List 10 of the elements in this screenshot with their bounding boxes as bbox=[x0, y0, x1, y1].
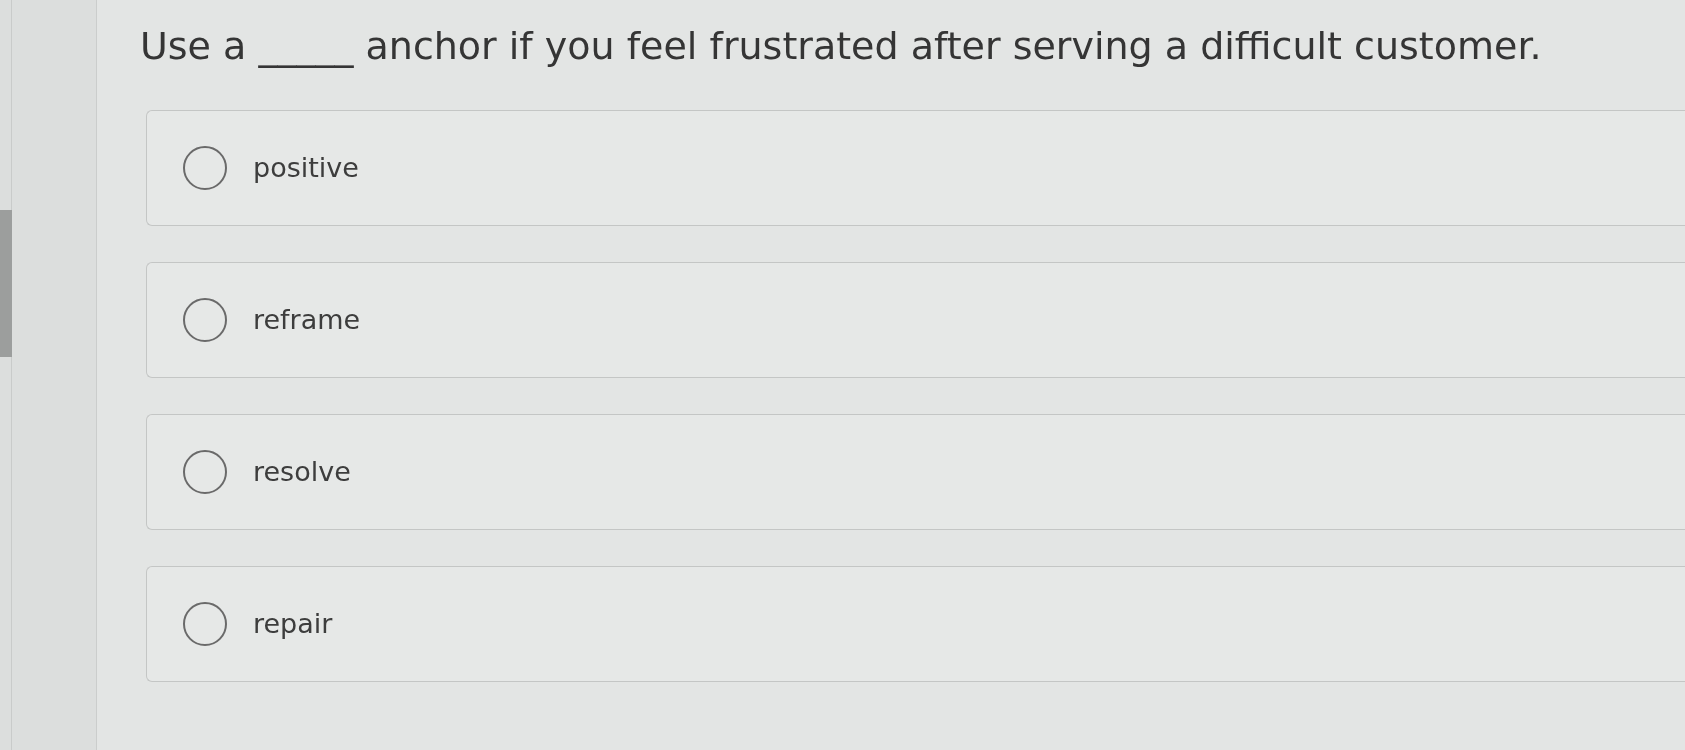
option-label[interactable]: resolve bbox=[253, 455, 351, 489]
radio-button[interactable] bbox=[183, 450, 227, 494]
radio-button[interactable] bbox=[183, 146, 227, 190]
question-text: Use a _____ anchor if you feel frustrated after serving a difficult customer. bbox=[140, 23, 1542, 70]
option-label[interactable]: positive bbox=[253, 151, 359, 185]
radio-button[interactable] bbox=[183, 298, 227, 342]
scrollbar-thumb[interactable] bbox=[0, 210, 12, 357]
option-label[interactable]: reframe bbox=[253, 303, 361, 337]
radio-button[interactable] bbox=[183, 602, 227, 646]
option-label[interactable]: repair bbox=[253, 607, 333, 641]
